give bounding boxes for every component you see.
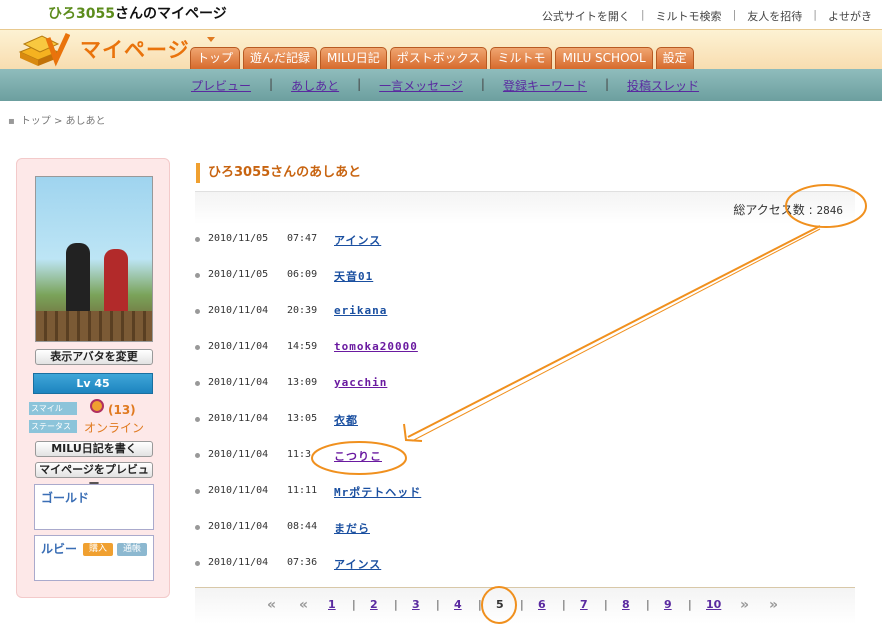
annotation-circle-visitor <box>311 441 407 475</box>
annotation-circle-access <box>785 184 867 228</box>
annotation-arrow-line <box>411 228 821 442</box>
annotation-overlay <box>311 184 867 624</box>
annotation-arrowhead-icon <box>403 423 423 442</box>
annotation-circle-page <box>481 586 517 624</box>
annotation-arrow-line <box>407 225 821 438</box>
